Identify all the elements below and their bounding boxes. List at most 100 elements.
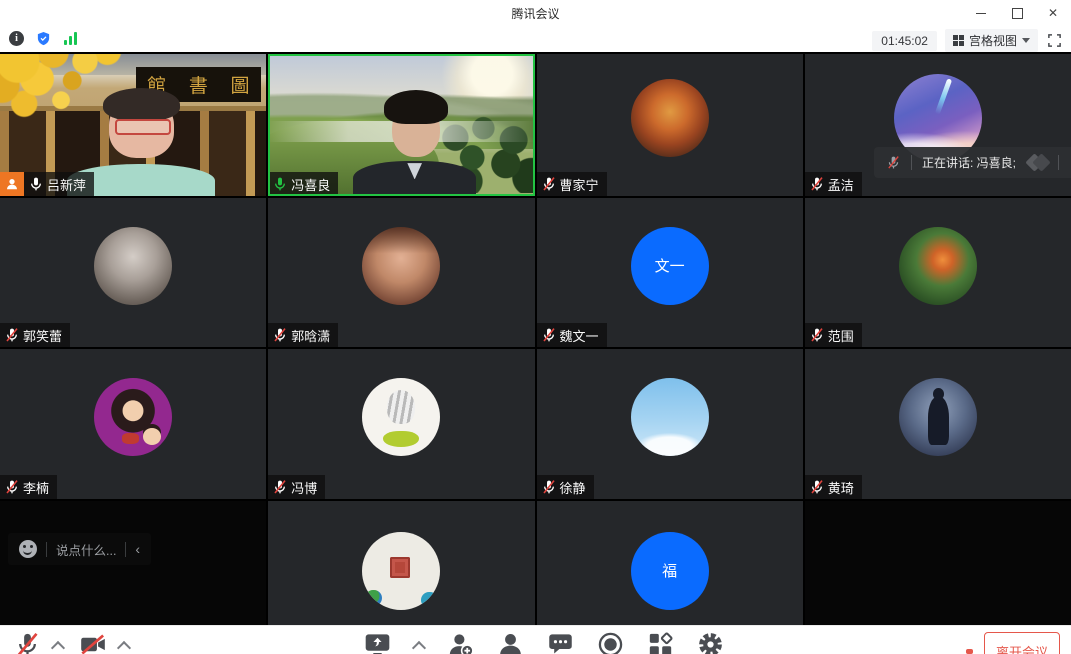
top-toolbar: i 01:45:02 宫格视图	[0, 26, 1071, 52]
minimize-button[interactable]	[963, 0, 999, 26]
mic-options-chevron[interactable]	[51, 641, 65, 654]
participant-label: 黄琦	[805, 475, 862, 499]
record-button[interactable]	[597, 631, 624, 654]
participant-label: 吕新萍	[0, 172, 94, 196]
participant-label: 郭晗潇	[268, 323, 338, 347]
participant-label: 曹家宁	[537, 172, 607, 196]
avatar-zebra	[362, 378, 440, 456]
view-mode-label: 宫格视图	[969, 32, 1017, 49]
host-badge	[0, 172, 24, 196]
participant-label: 郭笑蕾	[0, 323, 70, 347]
red-indicator	[966, 649, 973, 654]
participant-name: 冯喜良	[291, 175, 330, 194]
window-title: 腾讯会议	[0, 5, 1071, 22]
mic-muted-icon	[809, 176, 825, 192]
participant-cell-黄琦[interactable]: 黄琦	[805, 349, 1071, 499]
participant-cell-范围[interactable]: 范围	[805, 198, 1071, 347]
grid-view-icon	[953, 35, 964, 46]
mic-muted-icon	[272, 327, 288, 343]
host-person-icon	[5, 177, 19, 191]
participant-label: 冯博	[268, 475, 325, 499]
top-toolbar-left: i	[8, 30, 79, 47]
close-button[interactable]: ✕	[1035, 0, 1071, 26]
participant-cell-曹家宁[interactable]: 曹家宁	[537, 54, 803, 196]
chatbar-divider	[125, 542, 126, 557]
window-controls: ✕	[963, 0, 1071, 26]
participant-name: 范围	[828, 326, 854, 345]
participant-label: 冯喜良	[268, 172, 338, 196]
avatar-silhouette	[899, 378, 977, 456]
avatar-autumn	[631, 79, 709, 157]
maximize-button[interactable]	[999, 0, 1035, 26]
video-grid: 館書圖 吕新萍 冯喜良 曹家宁	[0, 52, 1071, 654]
bottom-toolbar: 离开会议	[0, 625, 1071, 654]
maximize-icon	[1012, 8, 1023, 19]
mic-muted-icon	[541, 327, 557, 343]
participant-cell-魏文一[interactable]: 文一 魏文一	[537, 198, 803, 347]
participant-name: 李楠	[23, 478, 49, 497]
fullscreen-button[interactable]	[1046, 32, 1063, 49]
person-figure	[348, 94, 481, 196]
share-options-chevron[interactable]	[412, 641, 426, 654]
mic-muted-icon	[886, 155, 901, 170]
minimize-icon	[976, 13, 986, 14]
avatar-photowarm	[362, 227, 440, 305]
participant-label: 徐静	[537, 475, 594, 499]
chat-button[interactable]	[547, 631, 574, 654]
participant-name: 孟洁	[828, 175, 854, 194]
participant-cell-冯博[interactable]: 冯博	[268, 349, 534, 499]
close-icon: ✕	[1048, 7, 1058, 19]
participant-label: 范围	[805, 323, 862, 347]
participant-name: 曹家宁	[560, 175, 599, 194]
participant-name: 黄琦	[828, 478, 854, 497]
ginkgo-leaves	[0, 54, 149, 134]
mic-muted-icon	[4, 479, 20, 495]
participant-name: 吕新萍	[47, 175, 86, 194]
camera-options-chevron[interactable]	[117, 641, 131, 654]
mic-on-icon	[28, 176, 44, 192]
chat-quick-bar[interactable]: 说点什么... ‹	[8, 533, 151, 565]
participant-label: 孟洁	[805, 172, 862, 196]
chat-input-placeholder[interactable]: 说点什么...	[56, 540, 116, 559]
participant-cell-李楠[interactable]: 李楠	[0, 349, 266, 499]
network-signal-icon[interactable]	[62, 30, 79, 47]
settings-button[interactable]	[697, 631, 724, 654]
avatar-flower	[899, 227, 977, 305]
meeting-info-icon[interactable]: i	[8, 30, 25, 47]
mic-muted-icon	[4, 327, 20, 343]
chevron-left-icon[interactable]: ‹	[135, 542, 140, 556]
participant-name: 郭晗潇	[291, 326, 330, 345]
mic-muted-icon	[541, 176, 557, 192]
participant-cell-冯喜良[interactable]: 冯喜良	[268, 54, 534, 196]
participant-label: 魏文一	[537, 323, 607, 347]
avatar-photogray	[94, 227, 172, 305]
toast-divider	[1058, 155, 1059, 170]
participant-cell-郭晗潇[interactable]: 郭晗潇	[268, 198, 534, 347]
participant-cell-徐静[interactable]: 徐静	[537, 349, 803, 499]
mic-muted-icon	[809, 327, 825, 343]
emoji-icon[interactable]	[19, 540, 37, 558]
speaking-toast: 正在讲话: 冯喜良;	[874, 147, 1071, 178]
participant-cell-郭笑蕾[interactable]: 郭笑蕾	[0, 198, 266, 347]
invite-button[interactable]	[447, 631, 474, 654]
mic-speaking-icon	[272, 176, 288, 192]
camera-muted-button[interactable]	[79, 631, 107, 654]
participant-cell-吕新萍[interactable]: 館書圖 吕新萍	[0, 54, 266, 196]
view-mode-button[interactable]: 宫格视图	[945, 29, 1038, 52]
participant-label: 李楠	[0, 475, 57, 499]
avatar-initials: 文一	[631, 227, 709, 305]
meeting-window: 腾讯会议 ✕ i 01:45:02 宫格视图	[0, 0, 1071, 654]
share-screen-button[interactable]	[364, 631, 391, 654]
speaking-toast-text: 正在讲话: 冯喜良;	[922, 154, 1016, 171]
leave-meeting-button[interactable]: 离开会议	[984, 632, 1060, 654]
meeting-timer: 01:45:02	[872, 31, 937, 51]
apps-button[interactable]	[647, 631, 674, 654]
participants-button[interactable]	[497, 631, 524, 654]
mic-muted-icon	[541, 479, 557, 495]
chatbar-divider	[46, 542, 47, 557]
fullscreen-icon	[1047, 33, 1062, 48]
mic-muted-button[interactable]	[14, 631, 41, 654]
toast-divider	[911, 155, 912, 170]
security-shield-icon[interactable]	[35, 30, 52, 47]
tencent-meeting-logo-icon	[1028, 156, 1048, 169]
